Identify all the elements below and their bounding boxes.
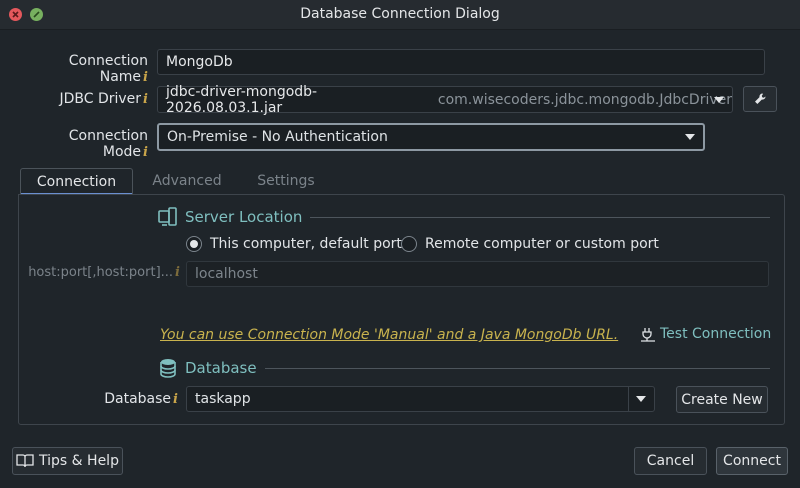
plug-icon <box>641 328 655 342</box>
connection-mode-label-text: Connection Mode <box>68 128 148 160</box>
host-label: host:port[,host:port]... i <box>24 265 180 280</box>
create-new-label: Create New <box>681 391 763 408</box>
section-divider <box>310 216 770 218</box>
connect-label: Connect <box>723 453 781 469</box>
tab-advanced[interactable]: Advanced <box>140 168 234 194</box>
radio-local-label: This computer, default port <box>210 236 402 252</box>
jdbc-driver-select[interactable]: jdbc-driver-mongodb-2026.08.03.1.jar com… <box>157 83 733 116</box>
radio-local-indicator <box>186 236 202 252</box>
devices-icon <box>158 207 177 226</box>
database-select[interactable]: taskapp <box>186 386 655 412</box>
database-label: Database i <box>60 391 178 407</box>
test-connection-label: Test Connection <box>660 326 772 342</box>
test-connection-button[interactable]: Test Connection <box>640 326 771 342</box>
cancel-button[interactable]: Cancel <box>634 447 707 475</box>
database-value: taskapp <box>195 391 251 407</box>
tips-help-button[interactable]: Tips & Help <box>12 447 123 475</box>
info-icon: i <box>143 145 148 160</box>
info-icon: i <box>143 70 148 85</box>
database-title: Database <box>185 359 257 377</box>
jdbc-driver-class: com.wisecoders.jdbc.mongodb.JdbcDriver <box>437 91 732 108</box>
connection-mode-select[interactable]: On-Premise - No Authentication <box>157 123 705 151</box>
server-location-section: Server Location <box>157 206 770 228</box>
wrench-icon <box>755 93 766 104</box>
info-icon: i <box>173 392 178 407</box>
connection-name-label: Connection Name i <box>20 53 148 85</box>
host-label-text: host:port[,host:port]... <box>28 265 174 280</box>
radio-remote[interactable]: Remote computer or custom port <box>401 236 659 252</box>
book-icon <box>16 454 34 468</box>
host-input[interactable]: localhost <box>186 261 769 287</box>
title-bar: Database Connection Dialog <box>0 0 800 30</box>
tab-connection-label: Connection <box>36 173 117 190</box>
jdbc-driver-label: JDBC Driver i <box>20 91 148 107</box>
jdbc-driver-label-text: JDBC Driver <box>59 91 142 107</box>
tab-advanced-label: Advanced <box>152 173 222 189</box>
manual-mode-hint-link[interactable]: You can use Connection Mode 'Manual' and… <box>160 327 618 343</box>
connection-mode-value: On-Premise - No Authentication <box>167 129 388 145</box>
connect-button[interactable]: Connect <box>716 447 788 475</box>
chevron-down-icon <box>685 134 695 140</box>
cancel-label: Cancel <box>646 453 695 469</box>
radio-remote-indicator <box>401 236 417 252</box>
info-icon: i <box>175 265 180 280</box>
radio-local[interactable]: This computer, default port <box>186 236 402 252</box>
tab-settings-label: Settings <box>257 173 315 189</box>
database-label-text: Database <box>104 391 172 407</box>
info-icon: i <box>143 92 148 107</box>
tips-help-label: Tips & Help <box>39 453 119 469</box>
chevron-down-icon <box>636 396 646 402</box>
driver-settings-button[interactable] <box>743 86 777 112</box>
server-location-title: Server Location <box>185 208 303 226</box>
connection-name-value: MongoDb <box>166 54 233 70</box>
create-new-button[interactable]: Create New <box>676 386 768 413</box>
database-section: Database <box>157 357 770 379</box>
tab-settings[interactable]: Settings <box>244 168 328 194</box>
window-title: Database Connection Dialog <box>300 6 500 22</box>
jdbc-driver-jar: jdbc-driver-mongodb-2026.08.03.1.jar <box>166 83 318 116</box>
tab-connection[interactable]: Connection <box>20 168 133 195</box>
connection-name-input[interactable]: MongoDb <box>157 49 765 75</box>
chevron-down-icon <box>714 96 724 103</box>
host-value: localhost <box>195 266 258 282</box>
radio-remote-label: Remote computer or custom port <box>425 236 659 252</box>
connection-mode-label: Connection Mode i <box>20 128 148 160</box>
connection-name-label-text: Connection Name <box>68 53 148 85</box>
database-icon <box>160 359 176 378</box>
section-divider <box>264 367 770 369</box>
